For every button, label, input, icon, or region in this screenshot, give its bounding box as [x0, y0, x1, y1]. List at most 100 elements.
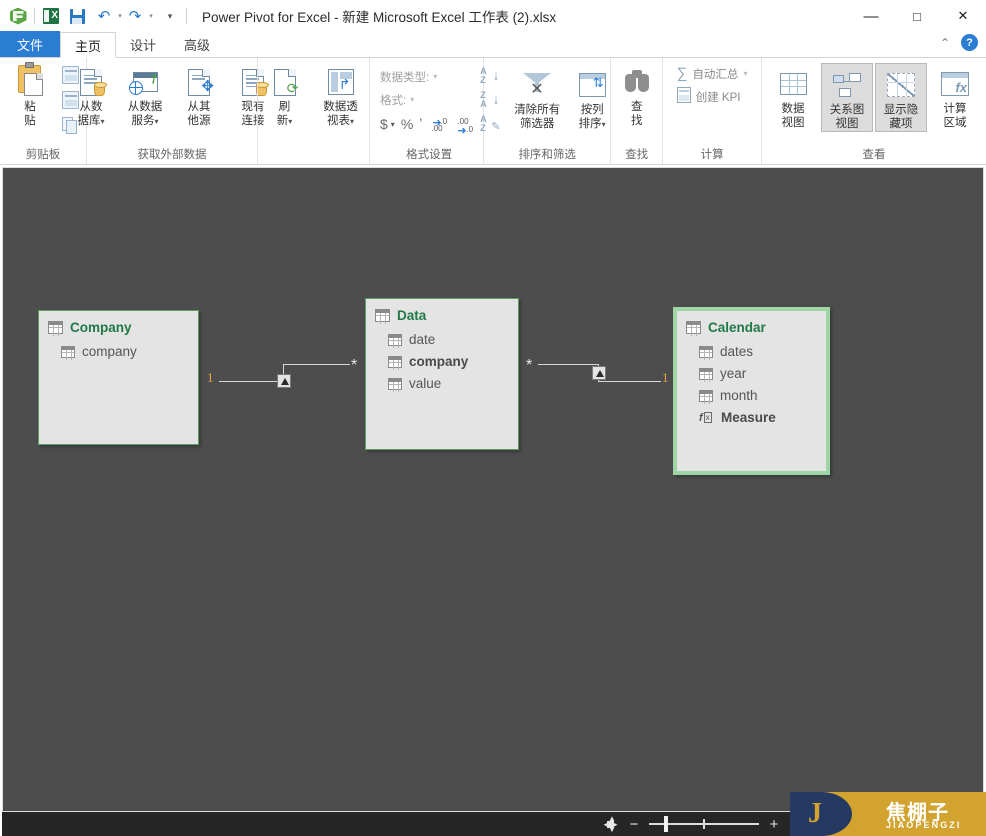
from-data-service-dropdown-icon[interactable]: ▾: [154, 117, 158, 126]
help-icon[interactable]: ?: [961, 34, 978, 51]
undo-icon[interactable]: ↶: [93, 5, 115, 27]
show-hidden-icon: [887, 67, 915, 103]
percent-icon[interactable]: %: [401, 116, 413, 132]
sort-az-icon[interactable]: A Z ↓: [479, 66, 505, 88]
format-dropdown-icon[interactable]: ▾: [410, 95, 414, 104]
paste-button[interactable]: 粘 贴: [4, 61, 56, 128]
field-data-value[interactable]: value: [366, 372, 518, 394]
maximize-button[interactable]: □: [894, 0, 940, 32]
close-button[interactable]: ✕: [940, 0, 986, 32]
sort-by-column-dropdown-icon[interactable]: ▾: [602, 120, 606, 129]
pivot-table-dropdown-icon[interactable]: ▾: [350, 117, 354, 126]
sort-by-column-button[interactable]: ⇅ 按列 排序▾: [569, 64, 615, 132]
zoom-slider-tick: [703, 819, 705, 829]
diagram-view-label-line1: 关系图: [829, 104, 865, 116]
fit-to-screen-icon[interactable]: ◄ ► ▲ ▼: [602, 814, 619, 833]
pivot-table-button[interactable]: ↱ 数据透 视表▾: [313, 61, 369, 129]
autosum-dropdown-icon[interactable]: ▾: [743, 69, 747, 78]
table-calendar[interactable]: Calendar dates year month fx Measure: [673, 307, 830, 475]
title-bar: ↶ ▾ ↷ ▾ ▾ Power Pivot for Excel - 新建 Mic…: [0, 0, 986, 32]
redo-dropdown-icon[interactable]: ▾: [146, 5, 155, 27]
field-calendar-year[interactable]: year: [677, 362, 826, 384]
comma-icon[interactable]: ʼ: [419, 116, 422, 132]
zoom-slider[interactable]: [649, 816, 759, 832]
field-label: company: [82, 344, 137, 359]
undo-dropdown-icon[interactable]: ▾: [115, 5, 124, 27]
autosum-button[interactable]: ∑ 自动汇总 ▾: [677, 65, 748, 82]
diagram-view-button[interactable]: 关系图 视图: [821, 63, 873, 132]
from-database-dropdown-icon[interactable]: ▾: [100, 117, 104, 126]
relationship-direction-arrow[interactable]: [277, 374, 291, 388]
data-type-row[interactable]: 数据类型: ▾: [380, 66, 437, 87]
measure-fx-icon: fx: [699, 411, 712, 424]
watermark-letter: J: [808, 798, 822, 829]
relationship-segment: [219, 381, 283, 382]
field-calendar-measure[interactable]: fx Measure: [677, 406, 826, 428]
minimize-button[interactable]: —: [848, 0, 894, 32]
show-hidden-button[interactable]: 显示隐 藏项: [875, 63, 927, 132]
calculation-area-button[interactable]: fx 计算 区域: [929, 63, 981, 130]
from-other-sources-icon: ✥: [188, 64, 214, 100]
collapse-ribbon-icon[interactable]: ⌃: [940, 36, 950, 50]
refresh-button[interactable]: ⟳ 刷 新▾: [259, 61, 311, 129]
relationship-direction-arrow[interactable]: [592, 366, 606, 380]
ribbon-group-calculation: ∑ 自动汇总 ▾ 创建 KPI 计算: [662, 58, 761, 165]
relationship-data-calendar[interactable]: * 1: [521, 357, 676, 393]
currency-icon[interactable]: $: [380, 116, 388, 132]
relationship-segment: [538, 364, 598, 365]
tab-design[interactable]: 设计: [116, 31, 170, 57]
tab-home[interactable]: 主页: [60, 32, 117, 58]
table-company[interactable]: Company company: [38, 310, 199, 445]
watermark: J 焦棚子 JIAOPENGZI: [790, 792, 986, 836]
find-label-line1: 查: [630, 101, 643, 113]
refresh-dropdown-icon[interactable]: ▾: [288, 117, 292, 126]
field-calendar-dates[interactable]: dates: [677, 340, 826, 362]
diagram-view-icon: [833, 67, 861, 103]
table-company-header[interactable]: Company: [39, 311, 198, 340]
column-icon: [388, 333, 402, 348]
powerpivot-window: ↶ ▾ ↷ ▾ ▾ Power Pivot for Excel - 新建 Mic…: [0, 0, 986, 836]
ribbon-group-find: 查 找 查找: [610, 58, 662, 165]
table-data[interactable]: Data date company value: [365, 298, 519, 450]
group-title-formatting: 格式设置: [406, 149, 453, 161]
column-icon: [388, 355, 402, 370]
clear-all-filters-button[interactable]: ✕ 清除所有 筛选器: [507, 64, 567, 131]
find-button[interactable]: 查 找: [611, 61, 663, 128]
save-icon[interactable]: [66, 5, 88, 27]
tab-file[interactable]: 文件: [0, 31, 61, 57]
data-type-dropdown-icon[interactable]: ▾: [433, 72, 437, 81]
format-row[interactable]: 格式: ▾: [380, 89, 414, 110]
currency-dropdown-icon[interactable]: ▾: [391, 120, 395, 129]
table-calendar-header[interactable]: Calendar: [677, 311, 826, 340]
redo-icon[interactable]: ↷: [124, 5, 146, 27]
table-icon: [686, 321, 701, 336]
field-data-date[interactable]: date: [366, 328, 518, 350]
field-company-company[interactable]: company: [39, 340, 198, 362]
watermark-pinyin-text: JIAOPENGZI: [886, 820, 962, 830]
customize-qat-icon[interactable]: ▾: [159, 5, 181, 27]
column-icon: [699, 367, 713, 382]
relationship-company-data[interactable]: 1 *: [199, 357, 369, 393]
field-label: month: [720, 388, 758, 403]
clear-sort-icon[interactable]: A Z ✎: [479, 114, 505, 136]
zoom-out-button[interactable]: −: [627, 816, 641, 833]
sort-za-icon[interactable]: Z A ↓: [479, 90, 505, 112]
decrease-decimal-icon[interactable]: .00 ➜ .0: [454, 116, 474, 137]
zoom-slider-thumb[interactable]: [664, 816, 668, 832]
column-icon: [388, 377, 402, 392]
diagram-canvas[interactable]: Company company Data date company value …: [2, 167, 984, 812]
tab-advanced[interactable]: 高级: [170, 31, 224, 57]
field-calendar-month[interactable]: month: [677, 384, 826, 406]
from-data-service-label-line1: 从数据: [127, 101, 163, 113]
increase-decimal-icon[interactable]: ➜ .0.00: [428, 116, 448, 133]
zoom-in-button[interactable]: +: [767, 816, 781, 833]
from-other-sources-button[interactable]: ✥ 从其 他源: [173, 61, 225, 128]
ribbon-right-controls: ⌃ ?: [940, 34, 978, 51]
create-kpi-button[interactable]: 创建 KPI: [676, 87, 748, 106]
excel-icon[interactable]: [40, 5, 62, 27]
data-view-button[interactable]: 数据 视图: [767, 63, 819, 130]
field-data-company[interactable]: company: [366, 350, 518, 372]
from-data-service-button[interactable]: ➚ 从数据 服务▾: [119, 61, 171, 129]
from-database-button[interactable]: 从数 据库▾: [65, 61, 117, 129]
table-data-header[interactable]: Data: [366, 299, 518, 328]
